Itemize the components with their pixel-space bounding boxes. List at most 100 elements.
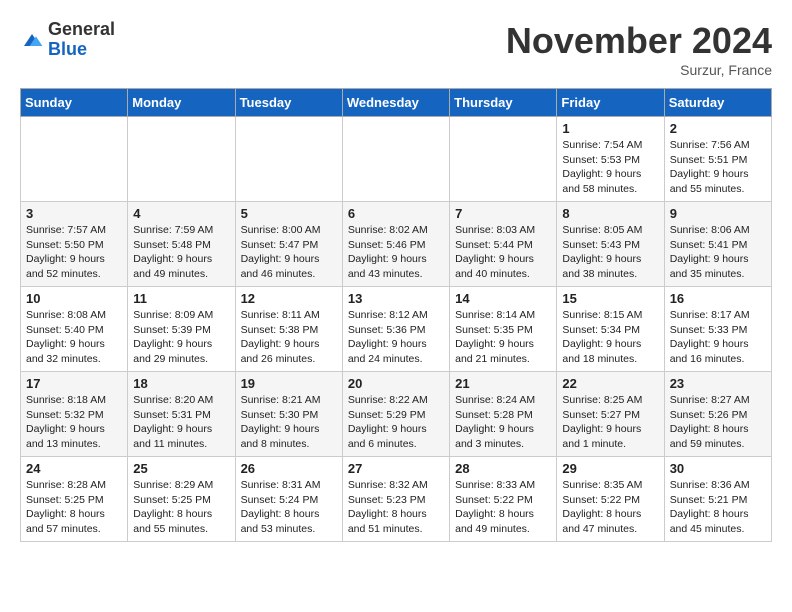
calendar-cell: 28 Sunrise: 8:33 AM Sunset: 5:22 PM Dayli… <box>450 457 557 542</box>
logo: General Blue <box>20 20 115 60</box>
calendar-cell: 20 Sunrise: 8:22 AM Sunset: 5:29 PM Dayli… <box>342 372 449 457</box>
calendar-week-1: 1 Sunrise: 7:54 AM Sunset: 5:53 PM Daylig… <box>21 117 772 202</box>
calendar-cell: 17Sunrise: 8:18 AM Sunset: 5:32 PM Dayli… <box>21 372 128 457</box>
calendar-week-3: 10 Sunrise: 8:08 AM Sunset: 5:40 PM Dayli… <box>21 287 772 372</box>
day-info: Sunrise: 8:21 AM Sunset: 5:30 PM Dayligh… <box>241 393 337 452</box>
day-number: 19 <box>241 376 337 391</box>
calendar-cell: 25 Sunrise: 8:29 AM Sunset: 5:25 PM Dayli… <box>128 457 235 542</box>
day-number: 16 <box>670 291 766 306</box>
calendar-cell: 2 Sunrise: 7:56 AM Sunset: 5:51 PM Daylig… <box>664 117 771 202</box>
day-info: Sunrise: 8:24 AM Sunset: 5:28 PM Dayligh… <box>455 393 551 452</box>
calendar-cell <box>450 117 557 202</box>
day-number: 10 <box>26 291 122 306</box>
calendar-cell: 29 Sunrise: 8:35 AM Sunset: 5:22 PM Dayli… <box>557 457 664 542</box>
day-info: Sunrise: 8:05 AM Sunset: 5:43 PM Dayligh… <box>562 223 658 282</box>
header: General Blue November 2024 Surzur, Franc… <box>20 20 772 78</box>
day-header-monday: Monday <box>128 89 235 117</box>
day-info: Sunrise: 8:03 AM Sunset: 5:44 PM Dayligh… <box>455 223 551 282</box>
day-number: 25 <box>133 461 229 476</box>
day-info: Sunrise: 8:12 AM Sunset: 5:36 PM Dayligh… <box>348 308 444 367</box>
calendar-week-4: 17Sunrise: 8:18 AM Sunset: 5:32 PM Dayli… <box>21 372 772 457</box>
day-info: Sunrise: 8:29 AM Sunset: 5:25 PM Dayligh… <box>133 478 229 537</box>
day-info: Sunrise: 8:18 AM Sunset: 5:32 PM Dayligh… <box>26 393 122 452</box>
day-info: Sunrise: 7:59 AM Sunset: 5:48 PM Dayligh… <box>133 223 229 282</box>
day-number: 15 <box>562 291 658 306</box>
calendar-cell: 15 Sunrise: 8:15 AM Sunset: 5:34 PM Dayli… <box>557 287 664 372</box>
calendar-cell: 26Sunrise: 8:31 AM Sunset: 5:24 PM Dayli… <box>235 457 342 542</box>
day-info: Sunrise: 8:28 AM Sunset: 5:25 PM Dayligh… <box>26 478 122 537</box>
day-number: 24 <box>26 461 122 476</box>
day-number: 2 <box>670 121 766 136</box>
day-number: 26 <box>241 461 337 476</box>
calendar-cell: 30 Sunrise: 8:36 AM Sunset: 5:21 PM Dayli… <box>664 457 771 542</box>
logo-general: General <box>48 19 115 39</box>
calendar-cell: 14Sunrise: 8:14 AM Sunset: 5:35 PM Dayli… <box>450 287 557 372</box>
day-header-wednesday: Wednesday <box>342 89 449 117</box>
day-info: Sunrise: 7:54 AM Sunset: 5:53 PM Dayligh… <box>562 138 658 197</box>
day-header-tuesday: Tuesday <box>235 89 342 117</box>
day-number: 11 <box>133 291 229 306</box>
title-area: November 2024 Surzur, France <box>506 20 772 78</box>
day-number: 7 <box>455 206 551 221</box>
calendar-cell: 5Sunrise: 8:00 AM Sunset: 5:47 PM Daylig… <box>235 202 342 287</box>
logo-text: General Blue <box>48 20 115 60</box>
calendar-cell: 16 Sunrise: 8:17 AM Sunset: 5:33 PM Dayli… <box>664 287 771 372</box>
day-number: 23 <box>670 376 766 391</box>
day-info: Sunrise: 8:08 AM Sunset: 5:40 PM Dayligh… <box>26 308 122 367</box>
calendar-week-2: 3 Sunrise: 7:57 AM Sunset: 5:50 PM Daylig… <box>21 202 772 287</box>
day-header-thursday: Thursday <box>450 89 557 117</box>
day-number: 29 <box>562 461 658 476</box>
day-info: Sunrise: 8:02 AM Sunset: 5:46 PM Dayligh… <box>348 223 444 282</box>
calendar-cell: 11 Sunrise: 8:09 AM Sunset: 5:39 PM Dayli… <box>128 287 235 372</box>
calendar-cell: 7 Sunrise: 8:03 AM Sunset: 5:44 PM Daylig… <box>450 202 557 287</box>
calendar-cell: 1 Sunrise: 7:54 AM Sunset: 5:53 PM Daylig… <box>557 117 664 202</box>
day-number: 28 <box>455 461 551 476</box>
calendar-cell: 3 Sunrise: 7:57 AM Sunset: 5:50 PM Daylig… <box>21 202 128 287</box>
day-info: Sunrise: 8:35 AM Sunset: 5:22 PM Dayligh… <box>562 478 658 537</box>
calendar-cell <box>21 117 128 202</box>
month-title: November 2024 <box>506 20 772 62</box>
day-number: 1 <box>562 121 658 136</box>
day-info: Sunrise: 8:27 AM Sunset: 5:26 PM Dayligh… <box>670 393 766 452</box>
calendar-cell: 6 Sunrise: 8:02 AM Sunset: 5:46 PM Daylig… <box>342 202 449 287</box>
day-number: 12 <box>241 291 337 306</box>
day-info: Sunrise: 8:36 AM Sunset: 5:21 PM Dayligh… <box>670 478 766 537</box>
day-info: Sunrise: 7:57 AM Sunset: 5:50 PM Dayligh… <box>26 223 122 282</box>
day-info: Sunrise: 8:15 AM Sunset: 5:34 PM Dayligh… <box>562 308 658 367</box>
day-number: 6 <box>348 206 444 221</box>
day-header-friday: Friday <box>557 89 664 117</box>
calendar-cell: 23 Sunrise: 8:27 AM Sunset: 5:26 PM Dayli… <box>664 372 771 457</box>
day-number: 21 <box>455 376 551 391</box>
calendar-cell: 9 Sunrise: 8:06 AM Sunset: 5:41 PM Daylig… <box>664 202 771 287</box>
calendar-cell <box>235 117 342 202</box>
day-info: Sunrise: 8:20 AM Sunset: 5:31 PM Dayligh… <box>133 393 229 452</box>
day-info: Sunrise: 7:56 AM Sunset: 5:51 PM Dayligh… <box>670 138 766 197</box>
day-number: 27 <box>348 461 444 476</box>
calendar-cell: 24 Sunrise: 8:28 AM Sunset: 5:25 PM Dayli… <box>21 457 128 542</box>
day-number: 18 <box>133 376 229 391</box>
day-number: 30 <box>670 461 766 476</box>
calendar-table: SundayMondayTuesdayWednesdayThursdayFrid… <box>20 88 772 542</box>
day-number: 4 <box>133 206 229 221</box>
day-info: Sunrise: 8:22 AM Sunset: 5:29 PM Dayligh… <box>348 393 444 452</box>
calendar-cell <box>342 117 449 202</box>
day-info: Sunrise: 8:11 AM Sunset: 5:38 PM Dayligh… <box>241 308 337 367</box>
logo-icon <box>20 30 44 50</box>
calendar-header-row: SundayMondayTuesdayWednesdayThursdayFrid… <box>21 89 772 117</box>
day-info: Sunrise: 8:25 AM Sunset: 5:27 PM Dayligh… <box>562 393 658 452</box>
calendar-cell: 4 Sunrise: 7:59 AM Sunset: 5:48 PM Daylig… <box>128 202 235 287</box>
logo-blue: Blue <box>48 39 87 59</box>
calendar-cell: 12 Sunrise: 8:11 AM Sunset: 5:38 PM Dayli… <box>235 287 342 372</box>
day-number: 3 <box>26 206 122 221</box>
day-info: Sunrise: 8:06 AM Sunset: 5:41 PM Dayligh… <box>670 223 766 282</box>
calendar-cell <box>128 117 235 202</box>
day-header-sunday: Sunday <box>21 89 128 117</box>
day-header-saturday: Saturday <box>664 89 771 117</box>
calendar-body: 1 Sunrise: 7:54 AM Sunset: 5:53 PM Daylig… <box>21 117 772 542</box>
day-info: Sunrise: 8:17 AM Sunset: 5:33 PM Dayligh… <box>670 308 766 367</box>
calendar-cell: 27Sunrise: 8:32 AM Sunset: 5:23 PM Dayli… <box>342 457 449 542</box>
day-info: Sunrise: 8:33 AM Sunset: 5:22 PM Dayligh… <box>455 478 551 537</box>
day-info: Sunrise: 8:09 AM Sunset: 5:39 PM Dayligh… <box>133 308 229 367</box>
day-number: 20 <box>348 376 444 391</box>
day-number: 9 <box>670 206 766 221</box>
